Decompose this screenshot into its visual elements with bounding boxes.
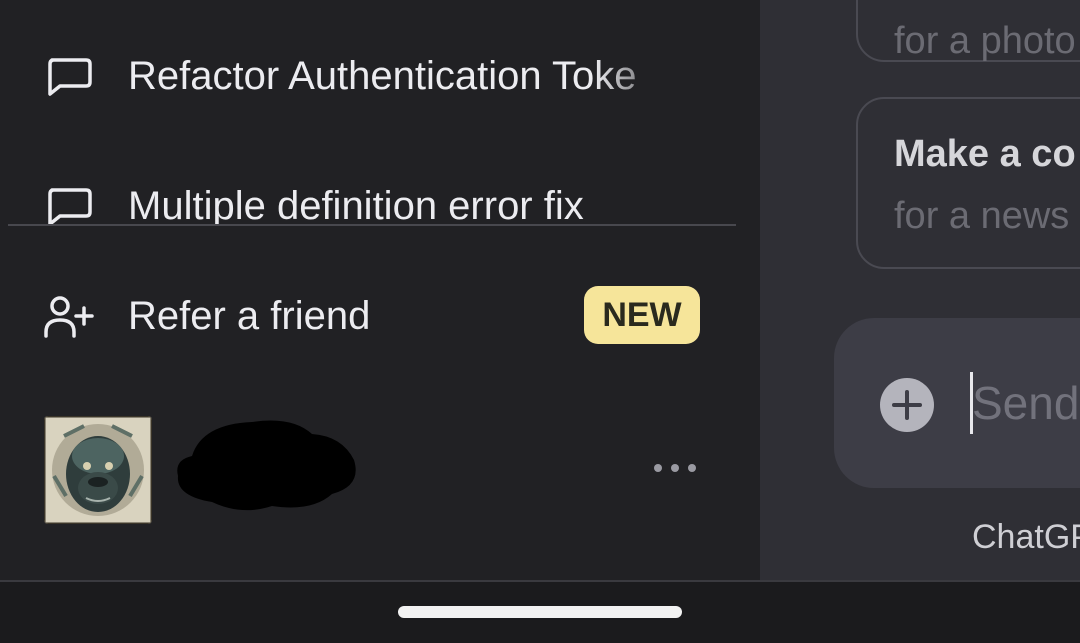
message-composer[interactable]: Send bbox=[834, 318, 1080, 488]
home-indicator[interactable] bbox=[398, 606, 682, 618]
chat-bubble-icon bbox=[48, 58, 92, 96]
profile-row[interactable] bbox=[44, 416, 704, 526]
conversation-title: Refactor Authentication Toke bbox=[128, 54, 637, 98]
plus-circle-icon[interactable] bbox=[880, 378, 934, 432]
conversation-title: Multiple definition error fix bbox=[128, 184, 584, 224]
message-input[interactable]: Send bbox=[972, 376, 1079, 430]
conversation-item[interactable]: Multiple definition error fix bbox=[44, 168, 684, 224]
sidebar-divider bbox=[8, 224, 736, 226]
chat-bubble-icon bbox=[48, 188, 92, 224]
user-plus-icon bbox=[44, 296, 94, 338]
suggestion-title: Make a co bbox=[894, 133, 1076, 175]
refer-friend-label: Refer a friend bbox=[128, 294, 371, 338]
new-badge: NEW bbox=[584, 286, 700, 344]
suggestion-subtitle: for a photo bbox=[894, 20, 1076, 62]
gorilla-avatar-icon bbox=[44, 416, 152, 524]
suggestion-subtitle: for a news bbox=[894, 195, 1070, 237]
suggestion-card[interactable]: for a photo bbox=[856, 0, 1080, 62]
more-dots-icon[interactable] bbox=[652, 460, 698, 476]
conversation-item[interactable]: Refactor Authentication Toke bbox=[44, 38, 684, 118]
sidebar: Refactor Authentication Toke Multiple de… bbox=[0, 0, 760, 580]
suggestion-card[interactable]: Make a co for a news bbox=[856, 97, 1080, 269]
footer-note: ChatGP bbox=[972, 518, 1080, 556]
chat-main-area: for a photo Make a co for a news Send Ch… bbox=[760, 0, 1080, 580]
refer-friend-item[interactable]: Refer a friend NEW bbox=[40, 282, 700, 354]
redacted-username bbox=[177, 420, 356, 511]
system-nav-bar bbox=[0, 580, 1080, 643]
text-fade-overlay bbox=[594, 38, 684, 118]
